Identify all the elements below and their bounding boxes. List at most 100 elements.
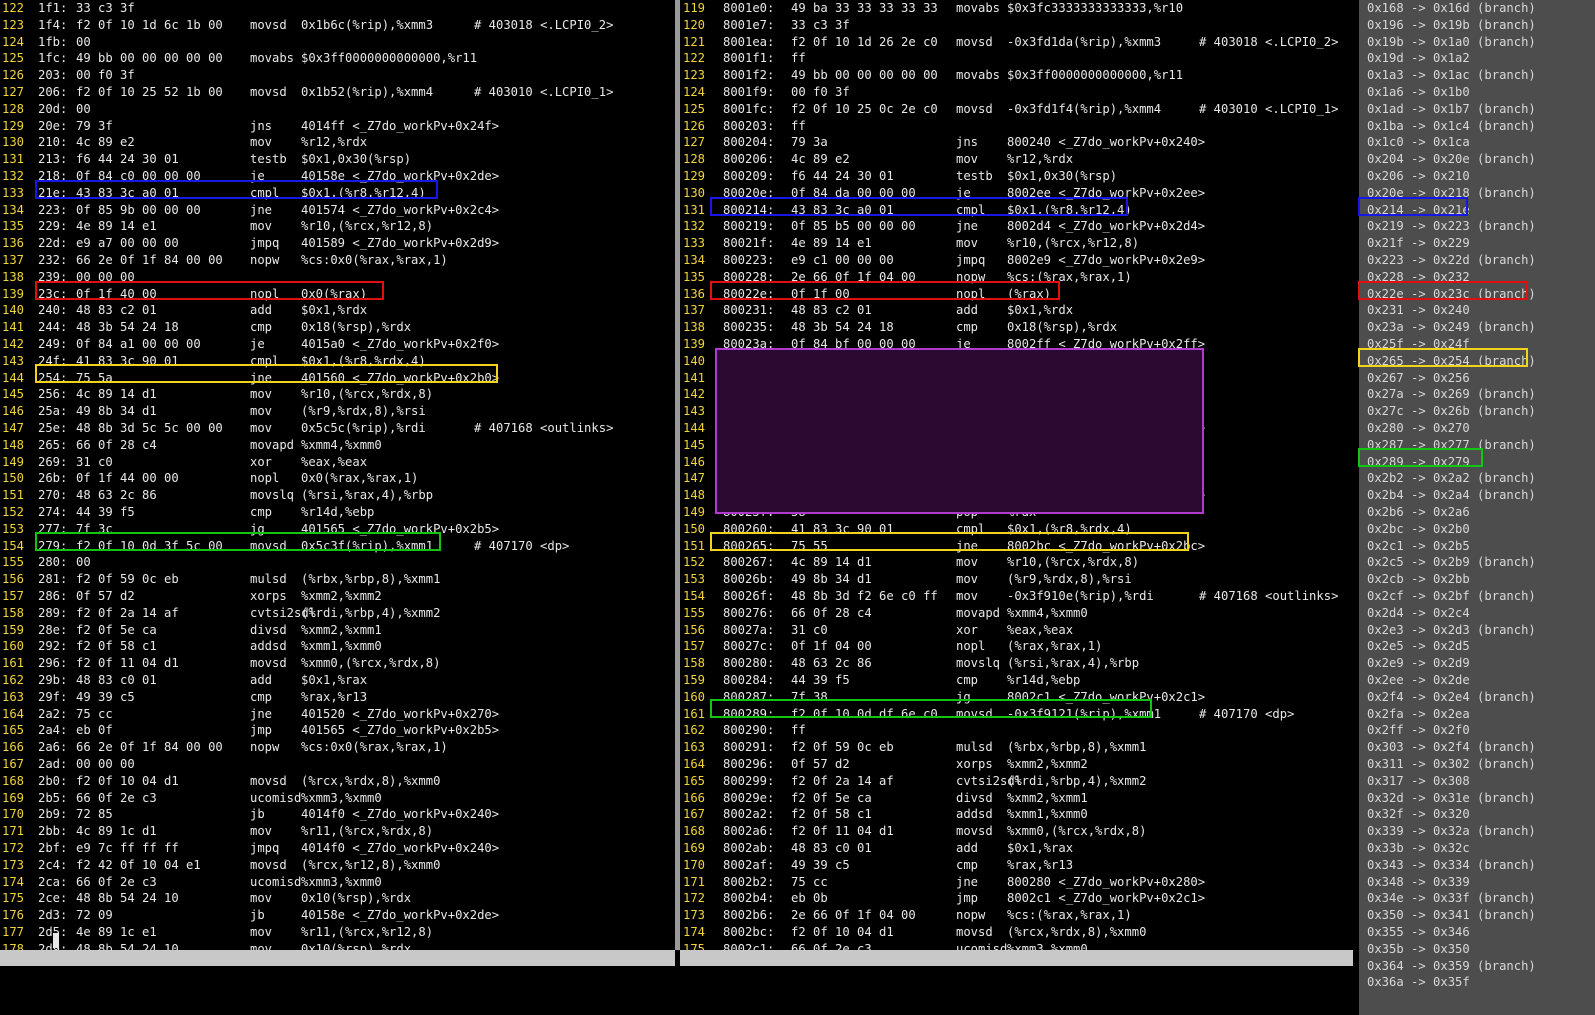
address: 800284: — [723, 673, 775, 687]
mnemonic: movsd — [250, 656, 287, 671]
comment: # 403010 <.LCPI0_1> — [474, 85, 614, 99]
operands: 4014f0 <_Z7do_workPv+0x240> — [301, 841, 500, 855]
address: 800289: — [723, 706, 775, 721]
line-number: 143 — [683, 404, 706, 419]
address: 80020e: — [723, 185, 775, 200]
operands: %cs:0x0(%rax,%rax,1) — [301, 253, 448, 267]
status-bar-orig: orig.txt 178,4 62% — [0, 950, 675, 1013]
opcode-bytes: 43 83 3c a0 01 — [76, 185, 179, 200]
address: 281: — [38, 572, 68, 587]
address: 8002af: — [723, 857, 775, 872]
line-number: 142 — [683, 387, 706, 402]
operands: %r12,%rdx — [301, 135, 368, 150]
opcode-bytes: 66 0f 28 c4 — [76, 437, 157, 452]
operands: (%rax,%rax,1) — [1007, 639, 1103, 654]
address: 2b5: — [38, 790, 68, 805]
address: 800260: — [723, 521, 775, 536]
address: 800287: — [723, 689, 775, 704]
operands: %r11,(%rcx,%r12,8) — [301, 925, 434, 939]
mnemonic: jg — [956, 689, 971, 704]
line-number: 163 — [2, 689, 25, 704]
mnemonic: jne — [956, 219, 979, 234]
operands: -0x3f910e(%rip),%rdi — [1007, 589, 1154, 603]
opcode-bytes: 4c 89 1c d1 — [76, 824, 157, 839]
line-number: 119 — [683, 1, 706, 15]
line-number: 125 — [2, 51, 25, 66]
mnemonic: mov — [956, 572, 979, 587]
opcode-bytes: 72 09 — [76, 908, 113, 923]
opcode-bytes: 0f 1f 00 — [791, 286, 850, 301]
operands: %xmm0,(%rcx,%rdx,8) — [301, 656, 441, 671]
branch-map-entry: 0x1a6 -> 0x1b0 — [1367, 85, 1470, 99]
line-number: 157 — [683, 639, 706, 654]
line-number: 145 — [683, 437, 706, 452]
address: 800296: — [723, 757, 775, 771]
line-number: 174 — [2, 874, 25, 889]
address: 800219: — [723, 219, 775, 234]
branch-map-entry: 0x219 -> 0x223 (branch) — [1367, 219, 1536, 234]
mnemonic: cmpl — [250, 353, 280, 368]
branch-map-entry: 0x2fa -> 0x2ea — [1367, 706, 1470, 721]
operands: (%r9,%rdx,8),%rsi — [1007, 572, 1132, 587]
mnemonic: addsd — [956, 807, 993, 822]
line-number: 173 — [2, 857, 25, 872]
line-number: 147 — [683, 471, 706, 486]
mnemonic: xorps — [956, 757, 993, 771]
line-number: 133 — [683, 236, 706, 251]
operands: 0x1b6c(%rip),%xmm3 — [301, 17, 434, 32]
mnemonic: xorps — [250, 589, 287, 603]
operands: 800240 <_Z7do_workPv+0x240> — [1007, 135, 1206, 150]
line-number: 153 — [2, 521, 25, 536]
line-number: 158 — [2, 605, 25, 620]
operands: %xmm4,%xmm0 — [301, 437, 382, 452]
address: 2ce: — [38, 891, 68, 906]
mnemonic: nopl — [956, 286, 986, 301]
operands: -0x3fd1f4(%rip),%xmm4 — [1007, 101, 1162, 116]
vertical-split-divider[interactable] — [675, 0, 680, 950]
orig-disassembly-pane[interactable]: 122 1f1: 33 c3 3f 123 1f4: f2 0f 10 1d 6c 1b … — [0, 0, 680, 950]
mnemonic: nopl — [956, 639, 986, 654]
opcode-bytes: 66 0f 2e c3 — [791, 941, 872, 950]
opcode-bytes: 4e 89 14 e1 — [76, 219, 157, 234]
opcode-bytes: ff — [791, 51, 806, 66]
line-number: 175 — [683, 941, 706, 950]
operands: (%r9,%rdx,8),%rsi — [301, 404, 426, 419]
branch-map-entry: 0x206 -> 0x210 — [1367, 169, 1470, 183]
opcode-bytes: f6 44 24 30 01 — [76, 152, 179, 167]
line-number: 137 — [683, 303, 706, 318]
opcode-bytes: 49 8b 34 d1 — [76, 404, 157, 419]
comment: # 403018 <.LCPI0_2> — [1199, 34, 1339, 49]
mnemonic: cmp — [250, 505, 273, 519]
mnemonic: movsd — [956, 101, 993, 116]
branch-mapping-pane[interactable]: 0x168 -> 0x16d (branch) 0x196 -> 0x19b (b… — [1359, 0, 1595, 1015]
opcode-bytes: 0f 1f 04 00 — [791, 639, 872, 654]
line-number: 129 — [683, 169, 706, 183]
opcode-bytes: 43 83 3c a0 01 — [791, 202, 894, 217]
address: 26b: — [38, 471, 68, 486]
operands: %xmm3,%xmm0 — [301, 790, 382, 805]
opcode-bytes: ff — [791, 118, 806, 133]
branch-map-entry: 0x204 -> 0x20e (branch) — [1367, 152, 1536, 167]
branch-map-entry: 0x231 -> 0x240 — [1367, 303, 1470, 318]
branch-map-entry: 0x2c5 -> 0x2b9 (branch) — [1367, 555, 1536, 570]
operands: (%rcx,%r12,8),%xmm0 — [301, 857, 441, 872]
opcode-bytes: f2 0f 58 c1 — [76, 639, 157, 654]
address: 22d: — [38, 236, 68, 251]
branch-map-entry: 0x35b -> 0x350 — [1367, 941, 1470, 956]
line-number: 146 — [683, 454, 706, 469]
operands: %rax,%r13 — [301, 689, 368, 704]
line-number: 138 — [2, 269, 25, 284]
address: 80021f: — [723, 236, 775, 251]
line-number: 122 — [2, 1, 25, 15]
mnemonic: jne — [956, 538, 979, 553]
branch-map-entry: 0x196 -> 0x19b (branch) — [1367, 17, 1536, 32]
operands: 8002e9 <_Z7do_workPv+0x2e9> — [1007, 253, 1206, 267]
mnemonic: movsd — [956, 925, 993, 939]
address: 256: — [38, 387, 68, 402]
operands: $0x1,(%r8,%r12,4) — [301, 185, 426, 200]
address: 8002bc: — [723, 925, 775, 939]
address: 25a: — [38, 404, 68, 419]
address: 800299: — [723, 773, 775, 788]
line-number: 134 — [2, 202, 25, 217]
operands: (%rcx,%rdx,8),%xmm0 — [301, 773, 441, 788]
